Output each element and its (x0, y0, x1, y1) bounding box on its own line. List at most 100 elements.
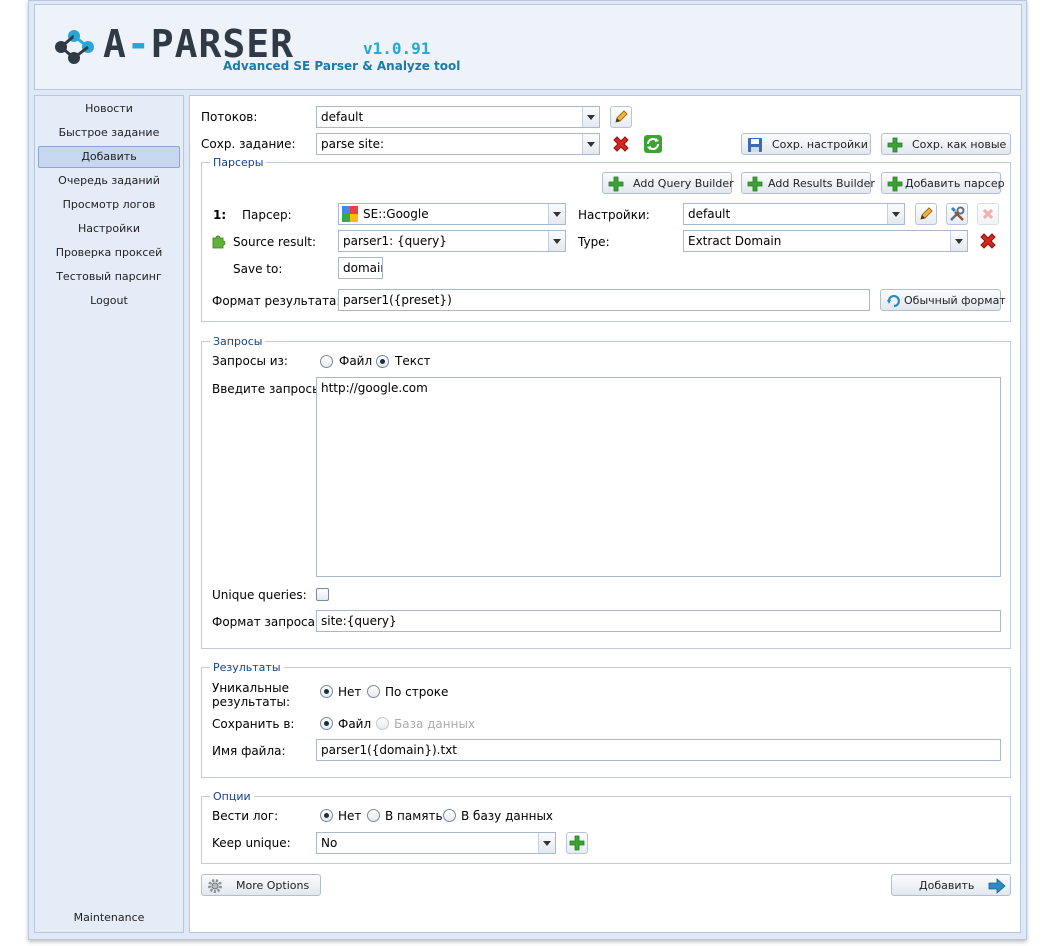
unique-results-by-line-label: По строке (385, 685, 449, 699)
save-in-label: Сохранить в: (212, 717, 295, 731)
filename-label: Имя файла: (212, 744, 286, 758)
delete-builder-button[interactable] (977, 230, 999, 252)
log-no-radio[interactable] (320, 809, 333, 822)
chevron-down-icon[interactable] (548, 231, 565, 251)
sidebar-item-proxy-check[interactable]: Проверка проксей (38, 242, 180, 264)
log-db-radio[interactable] (443, 809, 456, 822)
parser-settings-value: default (688, 207, 731, 221)
plus-icon (747, 176, 763, 192)
plus-icon (887, 176, 903, 192)
unique-results-no-radio[interactable] (320, 685, 333, 698)
edit-parser-settings-button[interactable] (915, 203, 937, 225)
save-task-select[interactable]: parse site: (316, 133, 600, 155)
queries-textarea[interactable]: http://google.com (316, 377, 1001, 577)
options-legend: Опции (213, 790, 251, 803)
sidebar-item-logout[interactable]: Logout (38, 290, 180, 312)
keep-unique-label: Keep unique: (212, 836, 291, 850)
sidebar-item-test-parsing[interactable]: Тестовый парсинг (38, 266, 180, 288)
edit-threads-button[interactable] (610, 106, 632, 128)
threads-select[interactable]: default (316, 106, 600, 128)
delete-parser-button[interactable] (977, 203, 999, 225)
sidebar-item-add[interactable]: Добавить (38, 146, 180, 168)
parser-index: 1: (213, 208, 227, 222)
filename-input[interactable]: parser1({domain}).txt (316, 739, 1001, 761)
refresh-arrow-icon (887, 294, 900, 308)
save-in-file-radio[interactable] (320, 717, 333, 730)
delete-x-icon (980, 233, 996, 249)
pencil-icon (615, 110, 628, 123)
queries-legend: Запросы (213, 335, 263, 348)
chevron-down-icon[interactable] (887, 204, 904, 224)
save-settings-button[interactable]: Сохр. настройки (741, 133, 871, 155)
sidebar-item-maintenance[interactable]: Maintenance (35, 911, 183, 924)
keep-unique-value: No (321, 836, 338, 850)
sidebar-item-quick-task[interactable]: Быстрое задание (38, 122, 180, 144)
refresh-tasks-button[interactable] (642, 133, 664, 155)
chevron-down-icon[interactable] (548, 204, 565, 224)
puzzle-icon (212, 235, 226, 249)
query-format-input[interactable]: site:{query} (316, 610, 1001, 632)
sidebar-item-settings[interactable]: Настройки (38, 218, 180, 240)
gear-icon (208, 879, 222, 893)
log-no-label: Нет (338, 809, 362, 823)
chevron-down-icon[interactable] (582, 134, 599, 154)
unique-queries-label: Unique queries: (212, 588, 307, 602)
threads-label: Потоков: (201, 110, 258, 124)
log-memory-label: В память (385, 809, 443, 823)
parser-label: Парсер: (242, 208, 292, 222)
queries-from-file-radio[interactable] (320, 355, 333, 368)
sidebar: Новости Быстрое задание Добавить Очередь… (34, 95, 184, 933)
main-form: Потоков: default Сохр. задание: parse si… (189, 95, 1021, 933)
chevron-down-icon[interactable] (538, 833, 555, 853)
add-task-button[interactable]: Добавить (891, 874, 1011, 896)
save-as-new-button[interactable]: Сохр. как новые (881, 133, 1011, 155)
chevron-down-icon[interactable] (582, 107, 599, 127)
save-to-label: Save to: (233, 262, 283, 276)
save-to-input[interactable]: domain (338, 257, 383, 279)
log-db-label: В базу данных (461, 809, 554, 823)
sidebar-item-news[interactable]: Новости (38, 98, 180, 120)
unique-results-no-label: Нет (338, 685, 362, 699)
logo-molecule-icon (55, 30, 94, 64)
refresh-icon (644, 135, 662, 153)
query-format-label: Формат запроса: (212, 615, 320, 629)
delete-task-button[interactable] (610, 133, 632, 155)
default-format-button[interactable]: Обычный формат (880, 289, 1006, 311)
add-query-builder-button[interactable]: Add Query Builder (602, 172, 734, 194)
add-keep-unique-button[interactable] (566, 832, 588, 854)
save-in-file-label: Файл (338, 717, 372, 731)
queries-from-label: Запросы из: (212, 354, 288, 368)
keep-unique-select[interactable]: No (316, 832, 556, 854)
enter-queries-label: Введите запросы: (212, 382, 326, 396)
parser-select-value: SE::Google (363, 207, 429, 221)
unique-queries-checkbox[interactable] (316, 588, 329, 601)
result-format-label: Формат результата: (212, 294, 341, 308)
unique-results-by-line-radio[interactable] (367, 685, 380, 698)
result-format-input[interactable]: parser1({preset}) (338, 289, 870, 311)
save-in-db-label: База данных (394, 717, 476, 731)
parser-settings-label: Настройки: (578, 208, 650, 222)
parsers-legend: Парсеры (213, 156, 264, 169)
parser-tools-button[interactable] (946, 203, 968, 225)
threads-select-value: default (321, 110, 364, 124)
type-select[interactable]: Extract Domain (683, 230, 968, 252)
queries-from-file-label: Файл (339, 354, 373, 368)
type-select-value: Extract Domain (688, 234, 782, 248)
more-options-button[interactable]: More Options (201, 874, 321, 896)
queries-from-text-radio[interactable] (376, 355, 389, 368)
pencil-icon (920, 207, 933, 220)
save-in-db-radio (376, 717, 389, 730)
parser-select[interactable]: SE::Google (338, 203, 566, 225)
arrow-right-icon (988, 878, 1006, 894)
add-results-builder-button[interactable]: Add Results Builder (741, 172, 875, 194)
log-memory-radio[interactable] (367, 809, 380, 822)
save-task-select-value: parse site: (321, 137, 385, 151)
chevron-down-icon[interactable] (950, 231, 967, 251)
source-result-select[interactable]: parser1: {query} (338, 230, 566, 252)
sidebar-item-task-queue[interactable]: Очередь заданий (38, 170, 180, 192)
plus-icon (569, 835, 585, 851)
sidebar-item-view-logs[interactable]: Просмотр логов (38, 194, 180, 216)
app-version: v1.0.91 (363, 39, 431, 58)
parser-settings-select[interactable]: default (683, 203, 905, 225)
add-parser-button[interactable]: Добавить парсер (881, 172, 1005, 194)
